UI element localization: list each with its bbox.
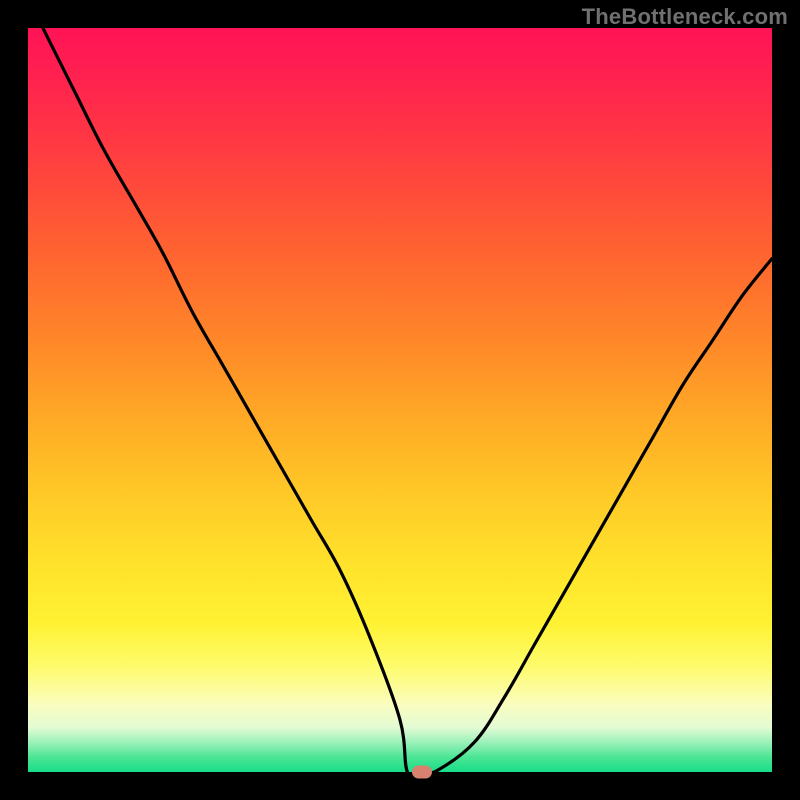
curve-path xyxy=(43,28,772,772)
watermark-text: TheBottleneck.com xyxy=(582,4,788,30)
bottleneck-curve xyxy=(28,28,772,772)
chart-frame: TheBottleneck.com xyxy=(0,0,800,800)
plot-area xyxy=(28,28,772,772)
optimal-marker xyxy=(412,766,432,779)
